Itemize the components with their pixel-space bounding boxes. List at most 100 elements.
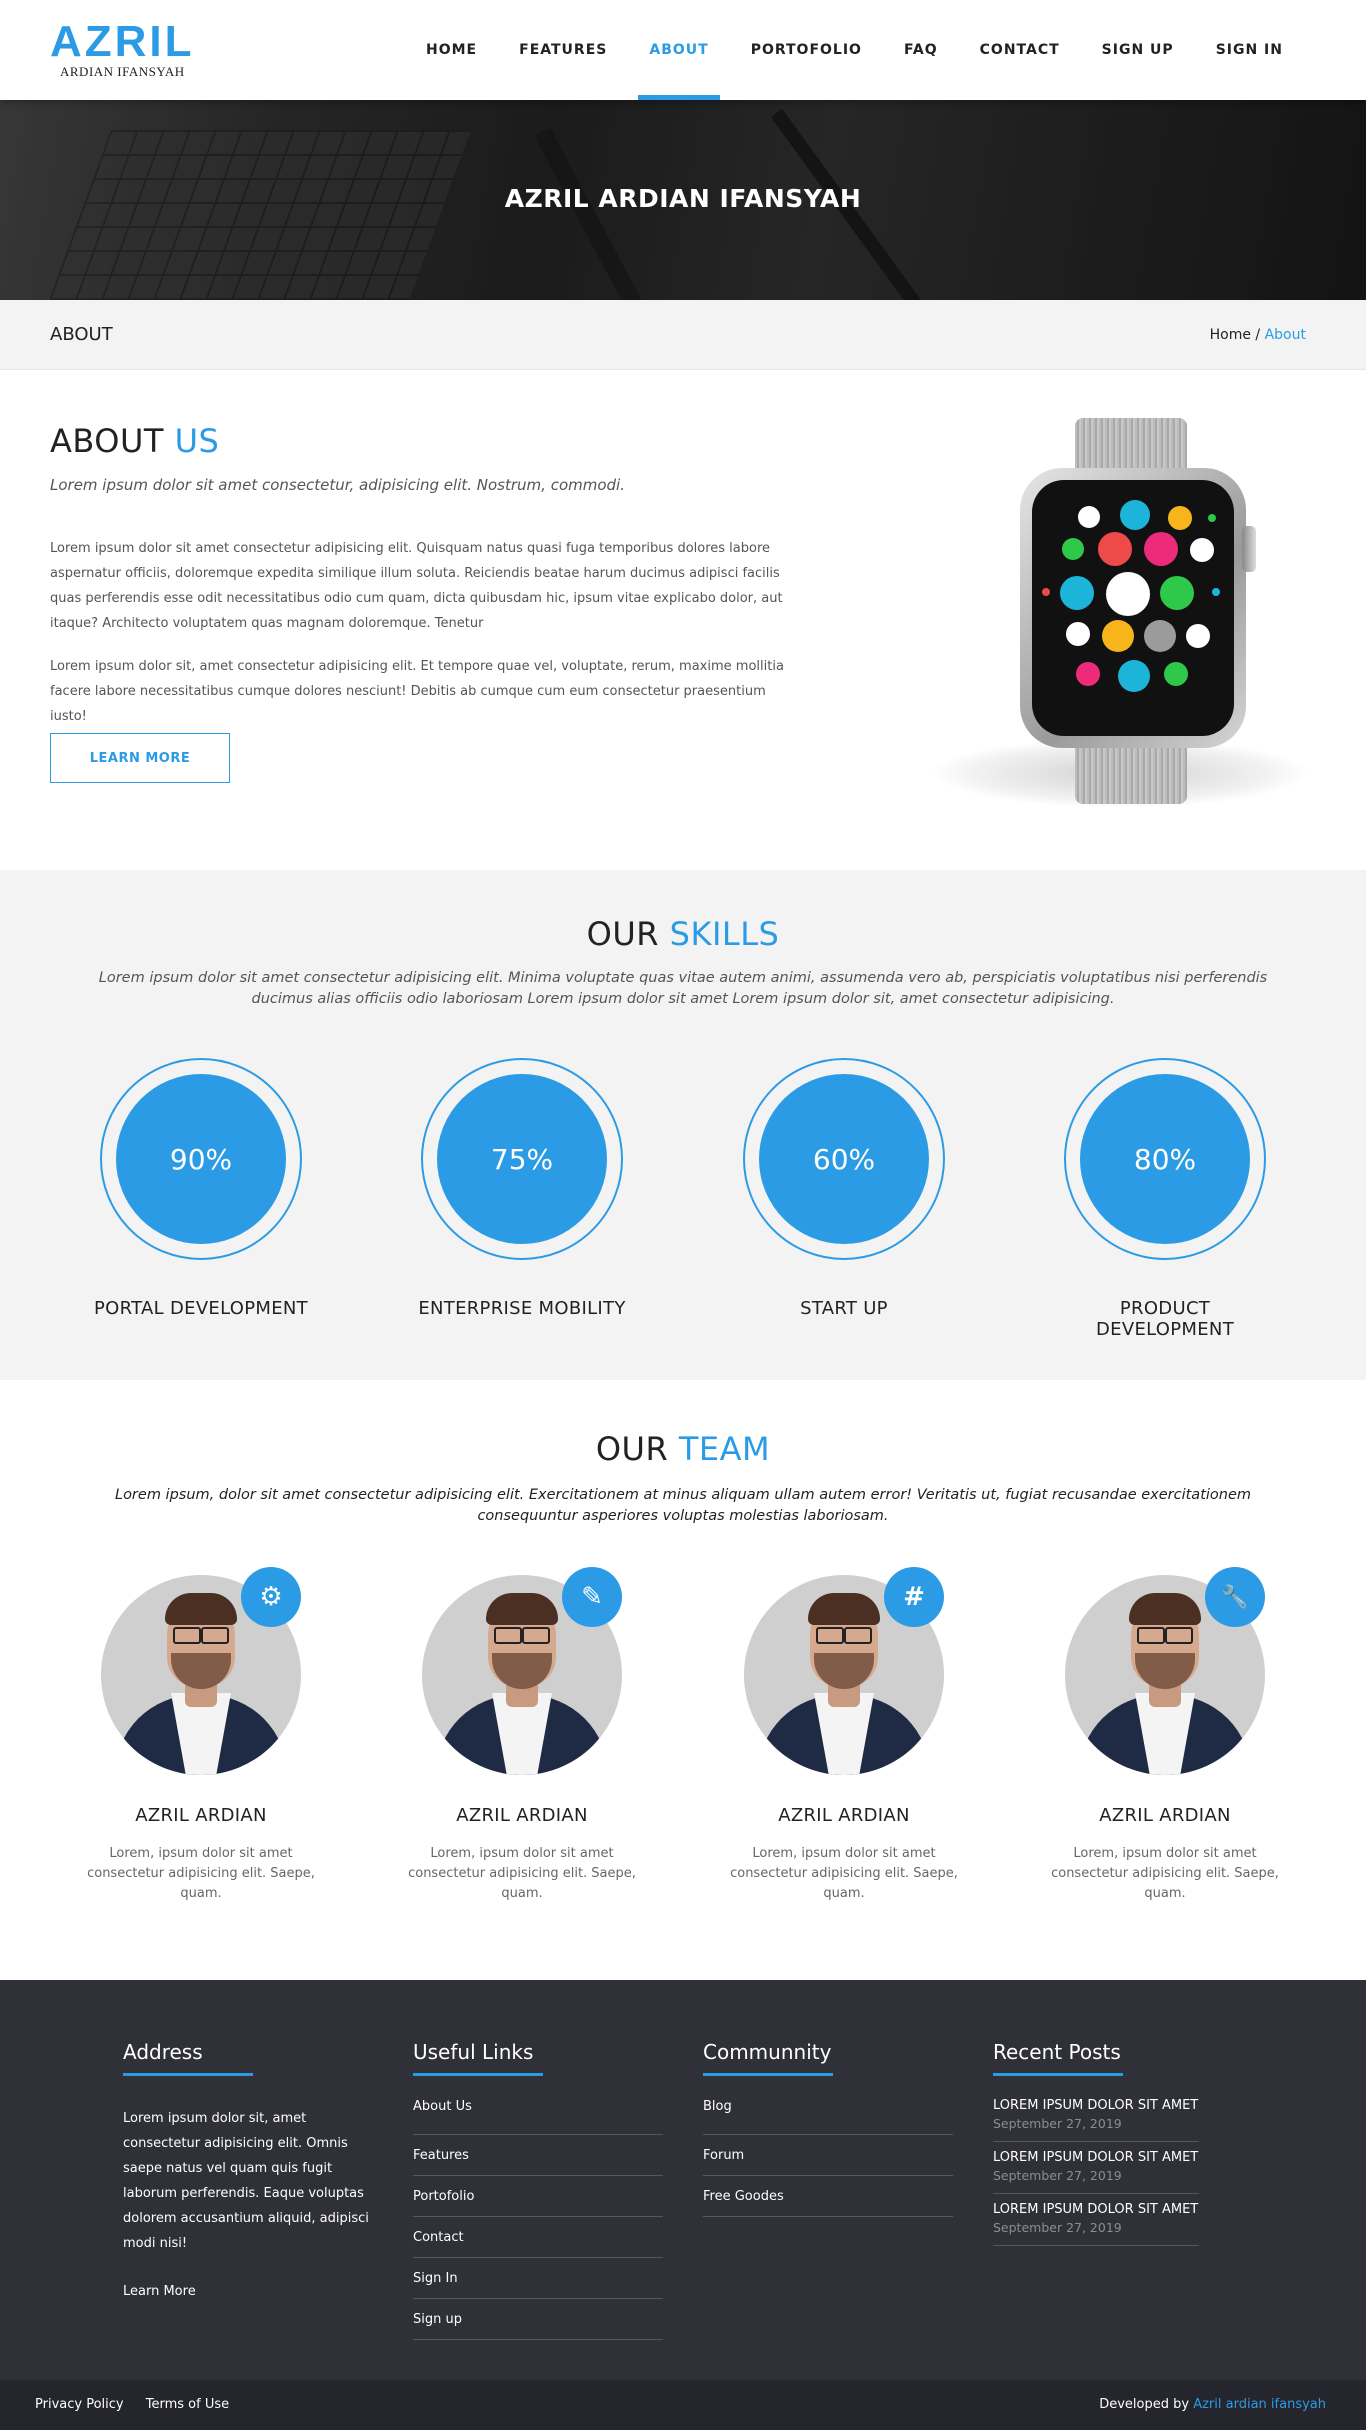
watch-crown <box>1242 526 1256 572</box>
hero-banner: AZRIL ARDIAN IFANSYAH <box>0 100 1366 300</box>
team-section: OUR TEAM Lorem ipsum, dolor sit amet con… <box>0 1380 1366 1980</box>
skill-ring: 90% <box>100 1058 302 1260</box>
nav-faq[interactable]: FAQ <box>883 0 959 100</box>
nav-contact[interactable]: CONTACT <box>959 0 1081 100</box>
skill-percent: 60% <box>759 1074 929 1244</box>
gear-icon[interactable]: ⚙ <box>241 1567 301 1627</box>
skill-ring: 75% <box>421 1058 623 1260</box>
skill-item: 80% PRODUCT DEVELOPMENT <box>1050 1058 1280 1340</box>
footer-address-text: Lorem ipsum dolor sit, amet consectetur … <box>123 2111 369 2251</box>
app-icon <box>1164 662 1188 686</box>
footer-link-sign-in[interactable]: Sign In <box>413 2258 663 2299</box>
team-member-card: 🔧 AZRIL ARDIAN Lorem, ipsum dolor sit am… <box>1025 1567 1305 1904</box>
wrench-icon[interactable]: 🔧 <box>1205 1567 1265 1627</box>
photo-beard <box>171 1653 231 1689</box>
app-icon <box>1168 506 1192 530</box>
footer-link-portofolio[interactable]: Portofolio <box>413 2176 663 2217</box>
footer-link-free-goodes[interactable]: Free Goodes <box>703 2176 953 2217</box>
skills-section: OUR SKILLS Lorem ipsum dolor sit amet co… <box>0 870 1366 1380</box>
footer-link-forum[interactable]: Forum <box>703 2135 953 2176</box>
photo-beard <box>492 1653 552 1689</box>
member-photo-wrap: 🔧 <box>1065 1567 1265 1775</box>
member-name: AZRIL ARDIAN <box>1099 1805 1231 1826</box>
team-member-card: ✎ AZRIL ARDIAN Lorem, ipsum dolor sit am… <box>382 1567 662 1904</box>
developer-prefix: Developed by <box>1099 2397 1190 2412</box>
member-bio: Lorem, ipsum dolor sit amet consectetur … <box>408 1846 636 1901</box>
app-icon <box>1076 662 1100 686</box>
logo-title: AZRIL <box>50 17 195 66</box>
recent-post[interactable]: LOREM IPSUM DOLOR SIT AMET September 27,… <box>993 2194 1199 2246</box>
legal-links: Privacy Policy Terms of Use <box>35 2397 247 2412</box>
footer-community-title: Communnity <box>703 2040 953 2076</box>
photo-hair <box>808 1593 880 1625</box>
nav-sign-up[interactable]: SIGN UP <box>1081 0 1195 100</box>
settings-icon <box>1118 660 1150 692</box>
logo-subtitle: ARDIAN IFANSYAH <box>60 64 185 79</box>
hashtag-icon[interactable]: # <box>884 1567 944 1627</box>
footer-community-list: Blog Forum Free Goodes <box>703 2094 953 2217</box>
app-icon <box>1078 506 1100 528</box>
member-bio: Lorem, ipsum dolor sit amet consectetur … <box>87 1846 315 1901</box>
skill-percent: 90% <box>116 1074 286 1244</box>
about-heading-b: US <box>174 422 220 460</box>
skill-percent: 80% <box>1080 1074 1250 1244</box>
nav-portofolio[interactable]: PORTOFOLIO <box>730 0 883 100</box>
recent-posts-list: LOREM IPSUM DOLOR SIT AMET September 27,… <box>993 2090 1243 2246</box>
nav-home[interactable]: HOME <box>405 0 498 100</box>
main-nav: HOME FEATURES ABOUT PORTOFOLIO FAQ CONTA… <box>405 0 1304 100</box>
footer-useful-title: Useful Links <box>413 2040 663 2076</box>
team-member-card: # AZRIL ARDIAN Lorem, ipsum dolor sit am… <box>704 1567 984 1904</box>
recent-post-title: LOREM IPSUM DOLOR SIT AMET <box>993 2202 1199 2217</box>
nav-about[interactable]: ABOUT <box>628 0 729 100</box>
breadcrumb-home[interactable]: Home <box>1210 327 1251 343</box>
member-photo-wrap: # <box>744 1567 944 1775</box>
pencil-icon[interactable]: ✎ <box>562 1567 622 1627</box>
footer-community: Communnity Blog Forum Free Goodes <box>703 2040 953 2217</box>
breadcrumb-current: About <box>1264 327 1306 343</box>
logo[interactable]: AZRIL ARDIAN IFANSYAH <box>50 20 195 80</box>
about-paragraph: Lorem ipsum dolor sit, amet consectetur … <box>50 659 784 724</box>
app-icon <box>1208 514 1216 522</box>
footer-link-blog[interactable]: Blog <box>703 2094 953 2135</box>
photo-hair <box>165 1593 237 1625</box>
member-name: AZRIL ARDIAN <box>135 1805 267 1826</box>
member-name: AZRIL ARDIAN <box>778 1805 910 1826</box>
about-heading-a: ABOUT <box>50 422 164 460</box>
skill-label: PORTAL DEVELOPMENT <box>94 1298 308 1319</box>
footer-link-features[interactable]: Features <box>413 2135 663 2176</box>
recent-post[interactable]: LOREM IPSUM DOLOR SIT AMET September 27,… <box>993 2090 1199 2142</box>
skill-label: START UP <box>800 1298 888 1319</box>
footer-link-contact[interactable]: Contact <box>413 2217 663 2258</box>
alert-icon <box>1144 620 1176 652</box>
skills-heading-a: OUR <box>586 915 659 953</box>
about-section: ABOUT US Lorem ipsum dolor sit amet cons… <box>0 370 1366 870</box>
site-footer: Address Lorem ipsum dolor sit, amet cons… <box>0 1980 1366 2380</box>
skill-item: 75% ENTERPRISE MOBILITY <box>407 1058 637 1319</box>
developer-link[interactable]: Azril ardian ifansyah <box>1193 2397 1326 2412</box>
footer-recent-posts: Recent Posts LOREM IPSUM DOLOR SIT AMET … <box>993 2040 1243 2246</box>
skill-ring: 80% <box>1064 1058 1266 1260</box>
photo-beard <box>1135 1653 1195 1689</box>
recent-post[interactable]: LOREM IPSUM DOLOR SIT AMET September 27,… <box>993 2142 1199 2194</box>
app-icon <box>1060 576 1094 610</box>
terms-of-use-link[interactable]: Terms of Use <box>146 2397 229 2412</box>
footer-learn-more-link[interactable]: Learn More <box>123 2284 373 2299</box>
photo-glasses <box>814 1627 874 1644</box>
recent-post-date: September 27, 2019 <box>993 2168 1122 2183</box>
watch-screen <box>1032 480 1234 736</box>
privacy-policy-link[interactable]: Privacy Policy <box>35 2397 124 2412</box>
learn-more-button[interactable]: LEARN MORE <box>50 733 230 783</box>
photo-hair <box>1129 1593 1201 1625</box>
nav-features[interactable]: FEATURES <box>498 0 628 100</box>
app-icon <box>1062 538 1084 560</box>
recent-post-title: LOREM IPSUM DOLOR SIT AMET <box>993 2150 1199 2165</box>
footer-link-about-us[interactable]: About Us <box>413 2094 663 2135</box>
nav-sign-in[interactable]: SIGN IN <box>1195 0 1304 100</box>
about-lead: Lorem ipsum dolor sit amet consectetur, … <box>50 476 625 494</box>
footer-link-sign-up[interactable]: Sign up <box>413 2299 663 2340</box>
hero-title: AZRIL ARDIAN IFANSYAH <box>504 184 862 213</box>
skill-item: 60% START UP <box>729 1058 959 1319</box>
footer-recent-title: Recent Posts <box>993 2040 1243 2076</box>
footer-useful-list: About Us Features Portofolio Contact Sig… <box>413 2094 663 2340</box>
site-header: AZRIL ARDIAN IFANSYAH HOME FEATURES ABOU… <box>0 0 1366 100</box>
